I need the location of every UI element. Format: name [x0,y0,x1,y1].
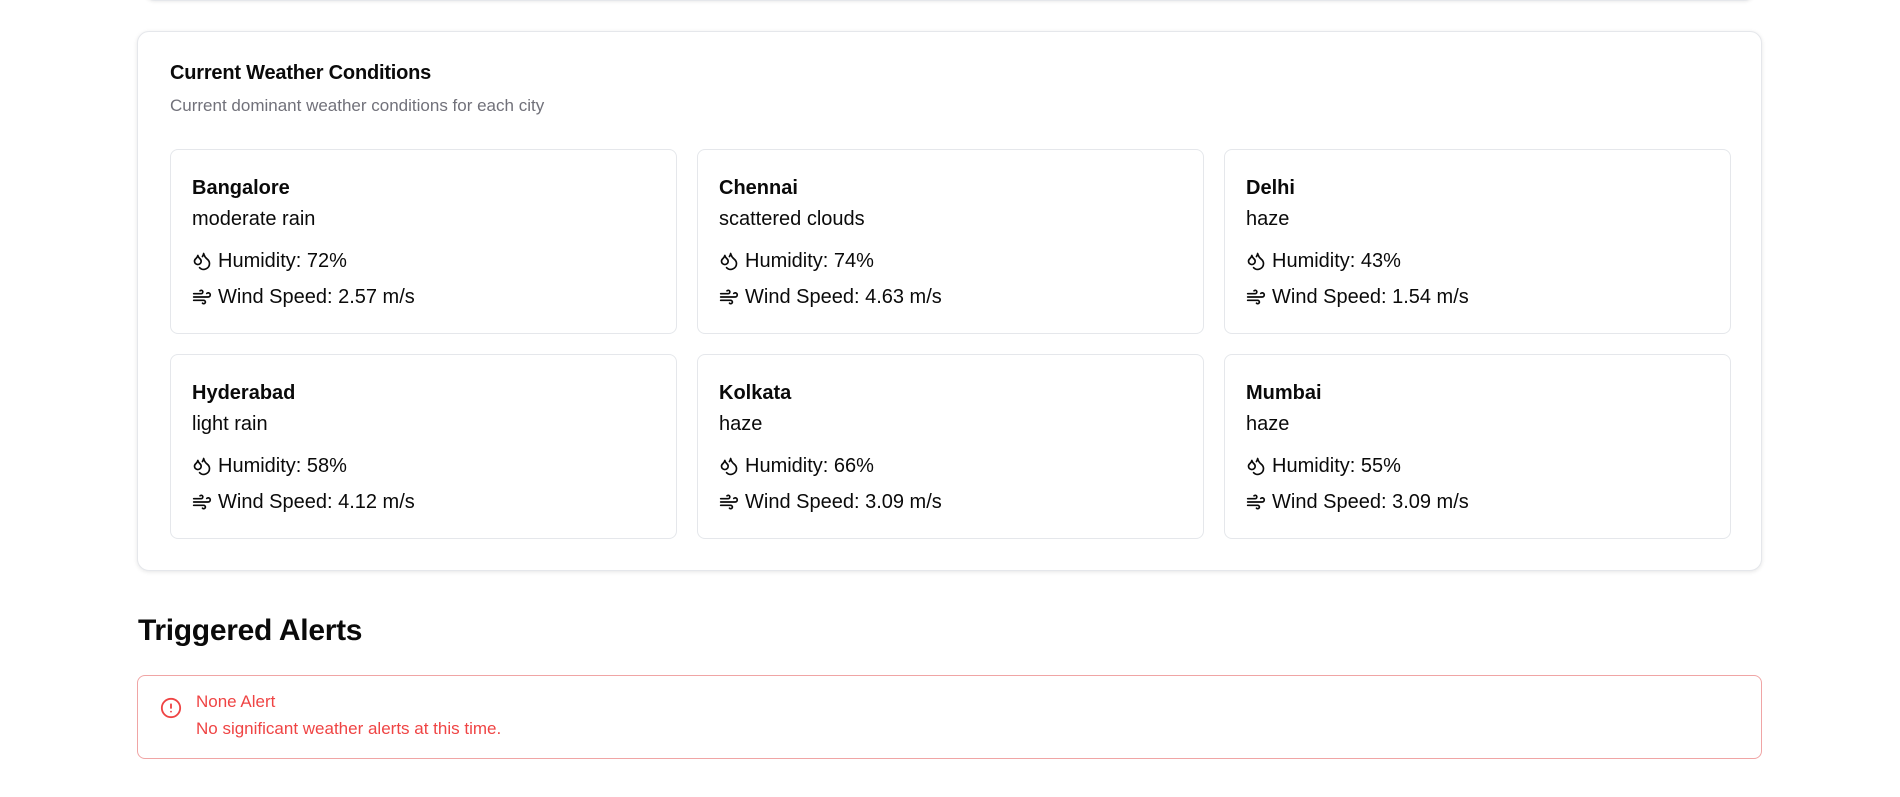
humidity-metric: Humidity: 58% [192,454,655,478]
wind-icon [192,494,212,510]
alert-circle-icon [160,697,182,719]
wind-text: Wind Speed: 3.09 m/s [1272,491,1469,513]
city-card-delhi: Delhi haze Humidity: 43% Wind Speed: 1.5… [1224,149,1731,334]
wind-text: Wind Speed: 3.09 m/s [745,491,942,513]
wind-text: Wind Speed: 2.57 m/s [218,286,415,308]
humidity-text: Humidity: 74% [745,250,874,272]
wind-text: Wind Speed: 4.63 m/s [745,286,942,308]
wind-text: Wind Speed: 1.54 m/s [1272,286,1469,308]
city-condition: haze [719,413,763,435]
alert-title: None Alert [196,692,276,711]
city-name: Kolkata [719,382,792,404]
wind-metric: Wind Speed: 3.09 m/s [719,490,1182,514]
alert-item: None Alert No significant weather alerts… [137,675,1762,759]
wind-icon [719,289,739,305]
city-name: Bangalore [192,177,290,199]
wind-text: Wind Speed: 4.12 m/s [218,491,415,513]
humidity-text: Humidity: 58% [218,455,347,477]
city-condition: moderate rain [192,208,316,230]
city-name: Mumbai [1246,382,1322,404]
wind-icon [1246,494,1266,510]
humidity-text: Humidity: 43% [1272,250,1401,272]
humidity-text: Humidity: 66% [745,455,874,477]
city-card-mumbai: Mumbai haze Humidity: 55% Wind Speed: 3.… [1224,354,1731,539]
droplets-icon [720,457,738,476]
droplets-icon [1247,457,1265,476]
wind-icon [192,289,212,305]
city-card-kolkata: Kolkata haze Humidity: 66% Wind Speed: 3… [697,354,1204,539]
humidity-metric: Humidity: 55% [1246,454,1709,478]
card-title: Current Weather Conditions [170,62,432,84]
alerts-heading: Triggered Alerts [138,614,363,647]
droplets-icon [193,457,211,476]
city-card-bangalore: Bangalore moderate rain Humidity: 72% Wi… [170,149,677,334]
city-card-chennai: Chennai scattered clouds Humidity: 74% W… [697,149,1204,334]
city-grid: Bangalore moderate rain Humidity: 72% Wi… [170,149,1731,539]
wind-icon [1246,289,1266,305]
card-subtitle: Current dominant weather conditions for … [170,96,545,115]
city-name: Hyderabad [192,382,296,404]
wind-metric: Wind Speed: 1.54 m/s [1246,285,1709,309]
wind-metric: Wind Speed: 2.57 m/s [192,285,655,309]
city-condition: scattered clouds [719,208,865,230]
droplets-icon [720,252,738,271]
droplets-icon [193,252,211,271]
city-card-hyderabad: Hyderabad light rain Humidity: 58% Wind … [170,354,677,539]
city-condition: haze [1246,413,1290,435]
wind-metric: Wind Speed: 4.12 m/s [192,490,655,514]
humidity-text: Humidity: 72% [218,250,347,272]
city-name: Delhi [1246,177,1295,199]
weather-conditions-card: Current Weather Conditions Current domin… [137,31,1762,571]
city-condition: haze [1246,208,1290,230]
humidity-metric: Humidity: 72% [192,249,655,273]
previous-card-bottom-edge [143,0,1756,1]
city-name: Chennai [719,177,798,199]
wind-icon [719,494,739,510]
humidity-text: Humidity: 55% [1272,455,1401,477]
humidity-metric: Humidity: 74% [719,249,1182,273]
city-condition: light rain [192,413,268,435]
wind-metric: Wind Speed: 4.63 m/s [719,285,1182,309]
droplets-icon [1247,252,1265,271]
humidity-metric: Humidity: 43% [1246,249,1709,273]
wind-metric: Wind Speed: 3.09 m/s [1246,490,1709,514]
alert-description: No significant weather alerts at this ti… [196,719,502,738]
humidity-metric: Humidity: 66% [719,454,1182,478]
